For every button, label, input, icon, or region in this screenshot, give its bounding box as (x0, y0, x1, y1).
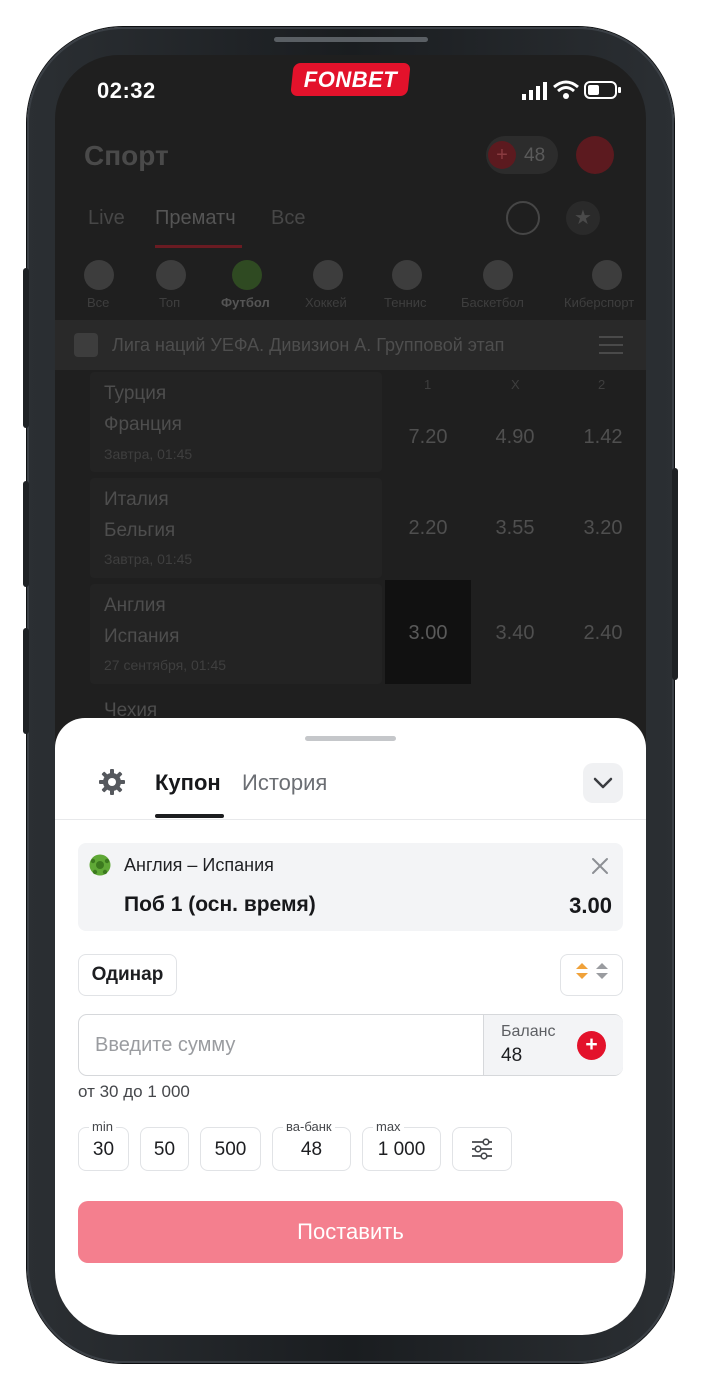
bet-coefficient: 3.00 (569, 893, 612, 918)
quick-amount-settings[interactable] (452, 1127, 512, 1171)
tennis-icon[interactable] (392, 260, 422, 290)
odd-x[interactable]: 3.55 (475, 517, 555, 540)
side-button-left-2 (23, 481, 29, 587)
odd-x[interactable]: 3.40 (475, 622, 555, 645)
signal-icon (522, 82, 547, 100)
quick-amount-value: 500 (214, 1139, 247, 1160)
sport-label: Все (87, 295, 110, 310)
sport-label: Теннис (384, 295, 427, 310)
sport-label: Футбол (221, 295, 270, 310)
speaker (274, 37, 428, 42)
match-date: Завтра, 01:45 (104, 446, 193, 462)
odds-col-header: X (511, 377, 520, 392)
match-date: 27 сентября, 01:45 (104, 657, 227, 673)
tab-underline (155, 814, 224, 818)
clock-icon[interactable] (506, 201, 540, 235)
quick-amount-50[interactable]: 50 (140, 1127, 189, 1171)
sport-label: Хоккей (305, 295, 347, 310)
gamepad-icon[interactable] (592, 260, 622, 290)
bet-type-label: Одинар (91, 964, 164, 985)
plus-icon[interactable]: + (488, 141, 516, 169)
sort-icon (576, 963, 608, 979)
odds-col-header: 1 (424, 377, 432, 392)
amount-input[interactable] (80, 1016, 480, 1074)
wifi-icon (553, 80, 579, 99)
compass-icon[interactable] (84, 260, 114, 290)
collapse-button[interactable] (583, 763, 623, 803)
quick-amount-value: 1 000 (377, 1139, 426, 1160)
tab-underline (155, 245, 242, 248)
quick-amount-label: min (89, 1120, 116, 1134)
sheet-grabber[interactable] (305, 736, 396, 741)
football-icon[interactable] (232, 260, 262, 290)
balance-badge-value: 48 (524, 145, 546, 166)
close-icon[interactable] (590, 856, 610, 876)
team-home: Турция (104, 383, 167, 404)
league-flag-icon (74, 333, 98, 357)
side-button-left-1 (23, 268, 29, 428)
quick-amount-label: ва-банк (283, 1120, 335, 1134)
amount-range: от 30 до 1 000 (78, 1082, 190, 1101)
tab-prematch[interactable]: Прематч (155, 207, 236, 230)
odd-1[interactable]: 2.20 (388, 517, 468, 540)
football-icon (89, 854, 111, 876)
gear-icon[interactable] (98, 768, 126, 796)
odd-2[interactable]: 1.42 (563, 426, 643, 449)
team-away: Франция (104, 414, 182, 435)
logo-text: FONBET (303, 67, 398, 92)
team-away: Бельгия (104, 520, 176, 541)
odd-2[interactable]: 2.40 (563, 622, 643, 645)
bet-type-button[interactable]: Одинар (78, 954, 177, 996)
filter-icon[interactable] (598, 333, 624, 357)
chevron-down-icon (593, 777, 613, 789)
odd-x[interactable]: 4.90 (475, 426, 555, 449)
hockey-icon[interactable] (313, 260, 343, 290)
sport-label: Топ (159, 295, 181, 310)
bet-outcome: Поб 1 (осн. время) (124, 893, 316, 916)
fonbet-logo: FONBET (290, 63, 411, 96)
tab-all[interactable]: Все (271, 207, 305, 230)
match-date: Завтра, 01:45 (104, 551, 193, 567)
quick-amount-value: 48 (300, 1139, 323, 1160)
balance-value: 48 (501, 1045, 523, 1066)
quick-amount-value: 50 (153, 1139, 176, 1160)
tab-coupon[interactable]: Купон (155, 770, 221, 796)
bet-match-name: Англия – Испания (124, 855, 274, 875)
odd-1[interactable]: 3.00 (388, 622, 468, 645)
quick-amount-label: max (373, 1120, 404, 1134)
page-title: Спорт (84, 140, 169, 171)
status-time: 02:32 (97, 78, 156, 103)
league-title: Лига наций УЕФА. Дивизион А. Групповой э… (112, 335, 505, 355)
sport-label: Киберспорт (564, 295, 635, 310)
balance-label: Баланс (501, 1023, 556, 1040)
battery-icon (584, 81, 621, 99)
quick-amount-value: 30 (92, 1139, 115, 1160)
odd-1[interactable]: 7.20 (388, 426, 468, 449)
side-button-left-3 (23, 628, 29, 734)
profile-avatar[interactable] (576, 136, 614, 174)
sliders-icon (472, 1138, 492, 1160)
team-home: Англия (104, 595, 166, 616)
fire-icon[interactable] (156, 260, 186, 290)
team-home: Италия (104, 489, 169, 510)
deposit-plus-button[interactable]: + (577, 1031, 606, 1060)
team-away: Испания (104, 626, 180, 647)
place-bet-button[interactable]: Поставить (78, 1201, 623, 1263)
tab-history[interactable]: История (242, 770, 327, 796)
odds-col-header: 2 (598, 377, 606, 392)
quick-amount-500[interactable]: 500 (200, 1127, 261, 1171)
basketball-icon[interactable] (483, 260, 513, 290)
star-icon[interactable]: ★ (566, 201, 600, 235)
sport-label: Баскетбол (461, 295, 524, 310)
sort-button[interactable] (560, 954, 623, 996)
odd-2[interactable]: 3.20 (563, 517, 643, 540)
divider (55, 819, 646, 820)
tab-live[interactable]: Live (88, 207, 125, 230)
side-button-right (672, 468, 678, 680)
